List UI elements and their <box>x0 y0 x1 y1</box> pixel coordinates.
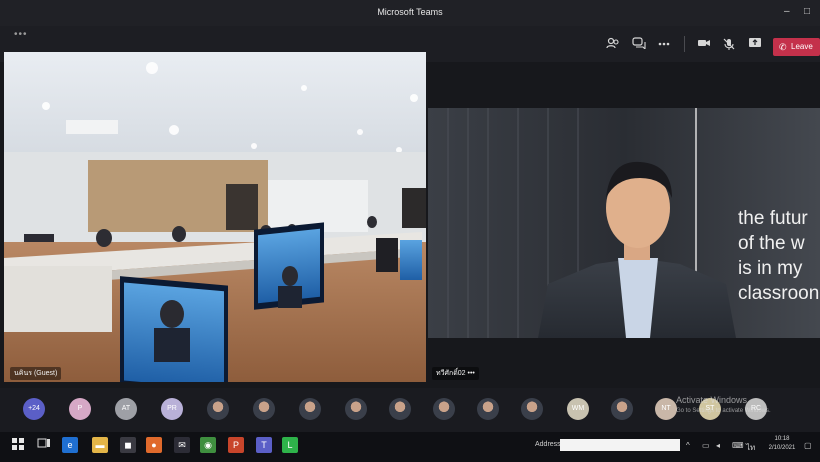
participant-avatar-more-24[interactable]: +24 <box>23 398 45 420</box>
participant-avatar-p[interactable]: P <box>69 398 91 420</box>
window-title: Microsoft Teams <box>377 7 443 17</box>
participant-photo-avatar[interactable] <box>477 398 499 420</box>
line-app-icon[interactable]: L <box>282 437 298 453</box>
participant-avatar-at[interactable]: AT <box>115 398 137 420</box>
participant-photo-avatar[interactable] <box>433 398 455 420</box>
clock-time: 10:18 <box>774 436 790 442</box>
participant-photo-avatar[interactable] <box>521 398 543 420</box>
window-title-bar: Microsoft Teams – □ <box>0 0 820 26</box>
windows-start-icon[interactable] <box>10 437 26 453</box>
participant-photo-avatar[interactable] <box>253 398 275 420</box>
participants-icon[interactable] <box>606 37 620 51</box>
more-options-icon[interactable]: ••• <box>14 29 28 40</box>
firefox-icon[interactable]: ● <box>146 437 162 453</box>
toolbar-divider <box>684 36 685 52</box>
screen-text-line: the futur <box>738 208 808 229</box>
share-screen-icon[interactable] <box>748 37 762 51</box>
participant-photo-avatar[interactable] <box>345 398 367 420</box>
participant-avatar-wm[interactable]: WM <box>567 398 589 420</box>
powerpoint-icon[interactable]: P <box>228 437 244 453</box>
more-actions-icon[interactable] <box>657 37 671 51</box>
task-view-icon[interactable] <box>36 437 52 453</box>
leave-button-label: Leave <box>791 42 813 51</box>
taskbar-clock[interactable]: 10:18 2/10/2021 <box>762 435 802 453</box>
participant-avatar-pr[interactable]: PR <box>161 398 183 420</box>
store-icon[interactable]: ◼ <box>120 437 136 453</box>
minimize-button[interactable]: – <box>784 6 790 17</box>
video-tile-conference-room[interactable]: นคินร (Guest) <box>4 52 426 382</box>
screen-text-block: the futur of the w is in my classroon <box>738 206 819 306</box>
network-icon[interactable]: ▭ <box>702 441 710 450</box>
monitor-screen: Microsoft Teams – □ ••• ✆ Leave นคินร (G… <box>0 0 820 462</box>
participant-photo-avatar[interactable] <box>611 398 633 420</box>
camera-icon[interactable] <box>697 37 711 51</box>
volume-icon[interactable]: ◂ <box>716 441 720 450</box>
notification-icon[interactable]: ▢ <box>804 441 812 450</box>
mail-icon[interactable]: ✉ <box>174 437 190 453</box>
participant-name-label: นคินร (Guest) <box>10 367 62 380</box>
language-icon[interactable]: ไท <box>746 441 755 454</box>
file-explorer-icon[interactable]: ▬ <box>92 437 108 453</box>
chat-icon[interactable] <box>632 37 646 51</box>
speaker-name-label: ทวีศักดิ์02 ••• <box>432 367 479 380</box>
participant-photo-avatar[interactable] <box>389 398 411 420</box>
expand-tray-icon[interactable]: ^ <box>686 441 690 450</box>
edge-browser-icon[interactable]: e <box>62 437 78 453</box>
screen-text-line: is in my <box>738 258 803 279</box>
chrome-icon[interactable]: ◉ <box>200 437 216 453</box>
watermark-subtitle: Go to Settings to activate Windows. <box>676 408 771 414</box>
conference-room-video <box>4 52 426 382</box>
watermark-title: Activate Windows <box>676 395 748 405</box>
screen-text-line: of the w <box>738 233 805 254</box>
address-input[interactable] <box>560 439 680 451</box>
maximize-button[interactable]: □ <box>804 6 810 17</box>
video-tile-speaker[interactable]: the futur of the w is in my classroon <box>428 108 820 338</box>
leave-button[interactable]: ✆ Leave <box>773 38 820 56</box>
teams-taskbar-icon[interactable]: T <box>256 437 272 453</box>
participant-photo-avatar[interactable] <box>207 398 229 420</box>
keyboard-icon[interactable]: ⌨ <box>732 441 744 450</box>
address-label: Address <box>535 441 561 448</box>
participant-avatar-nt[interactable]: NT <box>655 398 677 420</box>
microphone-muted-icon[interactable] <box>722 37 736 51</box>
phone-hangup-icon: ✆ <box>779 42 787 52</box>
participant-photo-avatar[interactable] <box>299 398 321 420</box>
screen-text-line: classroon <box>738 283 820 304</box>
clock-date: 2/10/2021 <box>768 445 796 451</box>
activate-windows-watermark: Activate Windows Go to Settings to activ… <box>676 395 771 417</box>
